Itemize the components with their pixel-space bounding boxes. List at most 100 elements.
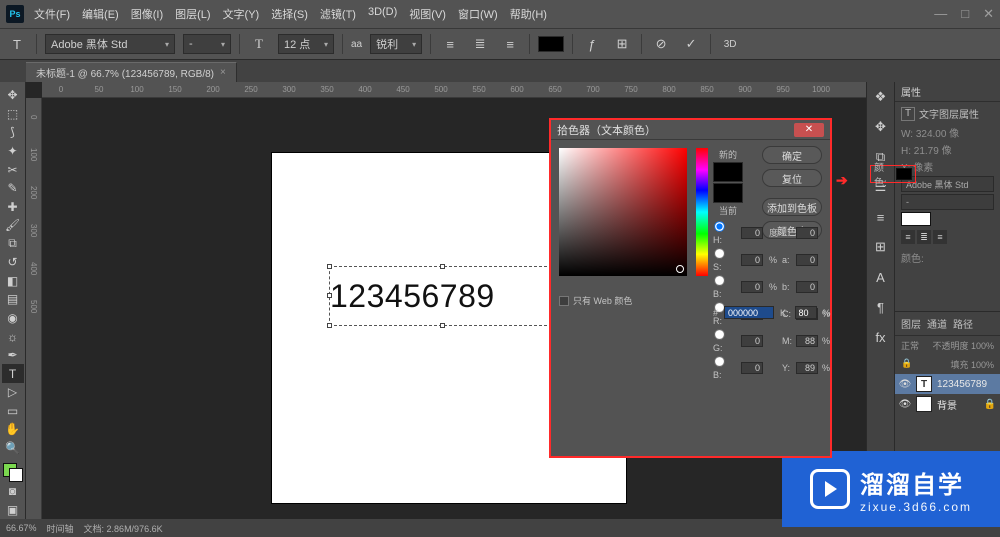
shape-tool-icon[interactable]: ▭: [2, 402, 24, 421]
dock-styles-icon[interactable]: fx: [872, 328, 890, 346]
close-button[interactable]: ✕: [983, 6, 994, 22]
field-g[interactable]: [741, 335, 763, 347]
font-style-select[interactable]: - ▾: [183, 34, 231, 54]
properties-tab[interactable]: 属性: [901, 84, 921, 99]
add-swatch-button[interactable]: 添加到色板: [762, 198, 822, 216]
radio-h[interactable]: H:: [713, 220, 737, 245]
hue-slider[interactable]: [696, 148, 708, 276]
quickmask-icon[interactable]: ◙: [2, 482, 24, 501]
dialog-titlebar[interactable]: 拾色器（文本颜色） ✕: [551, 120, 830, 140]
align-left-icon[interactable]: ≡: [439, 33, 461, 55]
dock-icon[interactable]: ⊞: [872, 238, 890, 256]
paths-tab[interactable]: 路径: [953, 316, 973, 331]
field-bv[interactable]: [741, 362, 763, 374]
dock-icon[interactable]: ≡: [872, 208, 890, 226]
fg-bg-swatch[interactable]: [3, 463, 23, 482]
menu-help[interactable]: 帮助(H): [510, 6, 547, 22]
menu-file[interactable]: 文件(F): [34, 6, 70, 22]
dialog-close-button[interactable]: ✕: [794, 123, 824, 137]
menu-type[interactable]: 文字(Y): [223, 6, 260, 22]
dock-character-icon[interactable]: A: [872, 268, 890, 286]
healing-tool-icon[interactable]: ✚: [2, 197, 24, 216]
resize-handle[interactable]: [327, 264, 332, 269]
menu-edit[interactable]: 编辑(E): [82, 6, 119, 22]
dock-icon[interactable]: ✥: [872, 118, 890, 136]
props-font-weight[interactable]: -: [901, 194, 994, 210]
menu-3d[interactable]: 3D(D): [368, 6, 397, 22]
channels-tab[interactable]: 通道: [927, 316, 947, 331]
background-color[interactable]: [9, 468, 23, 482]
radio-g[interactable]: G:: [713, 328, 737, 353]
path-tool-icon[interactable]: ▷: [2, 383, 24, 402]
align-right-icon[interactable]: ≡: [499, 33, 521, 55]
aa-select[interactable]: 锐利 ▾: [370, 34, 422, 54]
annotation-swatch[interactable]: [896, 168, 912, 180]
layer-row[interactable]: 👁 T 123456789: [895, 374, 1000, 394]
dodge-tool-icon[interactable]: ☼: [2, 327, 24, 346]
blend-mode[interactable]: 正常: [901, 339, 919, 352]
text-content[interactable]: 123456789: [330, 278, 495, 315]
align-center-icon[interactable]: ≣: [917, 230, 931, 244]
pen-tool-icon[interactable]: ✒: [2, 346, 24, 365]
eyedropper-tool-icon[interactable]: ✎: [2, 179, 24, 198]
radio-b[interactable]: B:: [713, 274, 737, 299]
text-bounding-box[interactable]: 123456789: [329, 266, 557, 326]
hand-tool-icon[interactable]: ✋: [2, 420, 24, 439]
history-tool-icon[interactable]: ↺: [2, 253, 24, 272]
cancel-icon[interactable]: ⊘: [650, 33, 672, 55]
resize-handle[interactable]: [327, 323, 332, 328]
text-color-swatch[interactable]: [538, 36, 564, 52]
menu-filter[interactable]: 滤镜(T): [320, 6, 356, 22]
zoom-level[interactable]: 66.67%: [6, 523, 37, 533]
menu-image[interactable]: 图像(I): [131, 6, 163, 22]
timeline-label[interactable]: 时间轴: [47, 522, 74, 535]
props-fill-swatch[interactable]: [901, 212, 931, 226]
zoom-tool-icon[interactable]: 🔍: [2, 439, 24, 458]
blur-tool-icon[interactable]: ◉: [2, 309, 24, 328]
web-only-checkbox[interactable]: [559, 296, 569, 306]
crop-tool-icon[interactable]: ✂: [2, 160, 24, 179]
field-b2[interactable]: [796, 281, 818, 293]
radio-bv[interactable]: B:: [713, 355, 737, 380]
menu-layer[interactable]: 图层(L): [175, 6, 210, 22]
field-b[interactable]: [741, 281, 763, 293]
radio-s[interactable]: S:: [713, 247, 737, 272]
menu-view[interactable]: 视图(V): [409, 6, 446, 22]
color-picker-dialog[interactable]: 拾色器（文本颜色） ✕ 确定 复位 添加到色板 颜色库 新的 当前 H:度 L:: [549, 118, 832, 458]
menu-select[interactable]: 选择(S): [271, 6, 308, 22]
visibility-icon[interactable]: 👁: [899, 378, 911, 390]
maximize-button[interactable]: □: [961, 6, 969, 22]
align-left-icon[interactable]: ≡: [901, 230, 915, 244]
minimize-button[interactable]: —: [934, 6, 947, 22]
layer-row[interactable]: 👁 背景 🔒: [895, 394, 1000, 414]
stamp-tool-icon[interactable]: ⧉: [2, 235, 24, 254]
cancel-button[interactable]: 复位: [762, 169, 822, 187]
layer-name[interactable]: 背景: [937, 397, 957, 412]
hex-field[interactable]: [724, 306, 774, 319]
field-a[interactable]: [796, 254, 818, 266]
warp-text-icon[interactable]: ƒ: [581, 33, 603, 55]
ok-button[interactable]: 确定: [762, 146, 822, 164]
visibility-icon[interactable]: 👁: [899, 398, 911, 410]
dock-paragraph-icon[interactable]: ¶: [872, 298, 890, 316]
menu-window[interactable]: 窗口(W): [458, 6, 498, 22]
font-size-select[interactable]: 12 点 ▾: [278, 34, 334, 54]
align-right-icon[interactable]: ≡: [933, 230, 947, 244]
gradient-tool-icon[interactable]: ▤: [2, 290, 24, 309]
field-s[interactable]: [741, 254, 763, 266]
document-tab[interactable]: 未标题-1 @ 66.7% (123456789, RGB/8) ×: [26, 62, 237, 82]
lasso-tool-icon[interactable]: ⟆: [2, 123, 24, 142]
field-k[interactable]: [795, 306, 817, 319]
align-center-icon[interactable]: ≣: [469, 33, 491, 55]
dock-icon[interactable]: ❖: [872, 88, 890, 106]
3d-button[interactable]: 3D: [719, 33, 741, 55]
field-h[interactable]: [741, 227, 763, 239]
layers-tab[interactable]: 图层: [901, 316, 921, 331]
field-y[interactable]: [796, 362, 818, 374]
resize-handle[interactable]: [327, 293, 332, 298]
tab-close-icon[interactable]: ×: [220, 67, 226, 78]
font-family-select[interactable]: Adobe 黑体 Std ▾: [45, 34, 175, 54]
resize-handle[interactable]: [440, 264, 445, 269]
screenmode-icon[interactable]: ▣: [2, 500, 24, 519]
commit-icon[interactable]: ✓: [680, 33, 702, 55]
